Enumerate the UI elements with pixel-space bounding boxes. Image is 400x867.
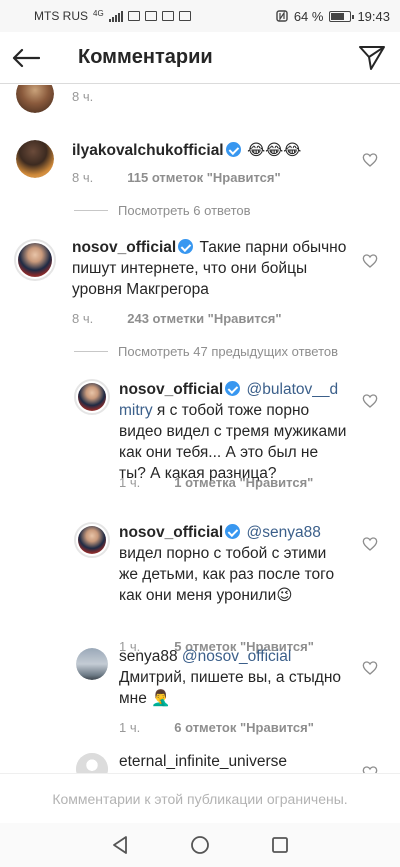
- reply-body: видел порно с тобой с этими же детьми, к…: [119, 545, 335, 604]
- nav-home-button[interactable]: [180, 825, 220, 865]
- reply-body: я с тобой тоже порно видео видел с тремя…: [119, 402, 347, 482]
- triangle-back-icon: [113, 836, 127, 854]
- comment-likes[interactable]: 115 отметок "Нравится": [127, 170, 280, 185]
- gmail-icon-2: [178, 11, 191, 21]
- reply-username[interactable]: nosov_official: [119, 381, 223, 398]
- comments-list[interactable]: 8 ч. ilyakovalchukofficial 😂😂😂 8 ч. 115 …: [0, 85, 400, 773]
- comments-restricted-notice: Комментарии к этой публикации ограничены…: [0, 773, 400, 823]
- verified-badge-icon: [225, 381, 241, 396]
- carrier-label: MTS RUS: [34, 9, 88, 23]
- divider: [74, 210, 108, 211]
- comment-time: 8 ч.: [72, 89, 94, 104]
- circle-home-icon: [191, 836, 209, 854]
- avatar[interactable]: [74, 522, 110, 558]
- view-replies-label: Посмотреть 6 ответов: [118, 203, 251, 218]
- back-button[interactable]: [0, 32, 52, 84]
- square-recents-icon: [272, 837, 288, 853]
- nav-recents-button[interactable]: [260, 825, 300, 865]
- avatar[interactable]: [76, 753, 108, 773]
- view-previous-replies-button[interactable]: Посмотреть 47 предыдущих ответов: [74, 344, 338, 359]
- page-title: Комментарии: [78, 46, 213, 68]
- reply-body: Дмитрий, пишете вы, а стыдно мне 🤦‍♂️: [119, 669, 342, 707]
- mail-icon: [127, 11, 140, 21]
- share-button[interactable]: [344, 32, 400, 84]
- reply-text: senya88 @nosov_official Дмитрий, пишете …: [119, 646, 349, 709]
- system-nav-bar: [0, 823, 400, 867]
- reply-text: nosov_official @bulatov__dmitry я с тобо…: [119, 379, 349, 484]
- reply-username[interactable]: eternal_infinite_universe: [119, 753, 287, 770]
- gmail-icon: [144, 11, 157, 21]
- reply-mention[interactable]: @senya88: [247, 524, 321, 541]
- nfc-icon: [276, 10, 288, 22]
- top-bar: Комментарии: [0, 32, 400, 84]
- divider: [74, 351, 108, 352]
- heart-icon[interactable]: [362, 152, 378, 168]
- reply-likes[interactable]: 6 отметок "Нравится": [174, 720, 314, 735]
- nav-back-button[interactable]: [100, 825, 140, 865]
- heart-icon[interactable]: [362, 765, 378, 773]
- comment-time: 8 ч.: [72, 170, 94, 185]
- reply-time: 1 ч.: [119, 475, 141, 490]
- clock: 19:43: [357, 8, 390, 24]
- reply-text: nosov_official @senya88 видел порно с то…: [119, 522, 349, 606]
- avatar[interactable]: [76, 648, 108, 680]
- status-bar: MTS RUS 4G 64 % 19:43: [0, 0, 400, 32]
- avatar[interactable]: [14, 239, 56, 281]
- signal-icon: [108, 10, 123, 22]
- reply-username[interactable]: senya88: [119, 648, 178, 665]
- paper-plane-icon: [359, 45, 385, 70]
- comment-text: nosov_official Такие парни обычно пишут …: [72, 237, 352, 300]
- verified-badge-icon: [178, 239, 194, 254]
- reply-likes[interactable]: 1 отметка "Нравится": [174, 475, 313, 490]
- avatar[interactable]: [16, 85, 54, 113]
- avatar[interactable]: [16, 140, 54, 178]
- arrow-left-icon: [12, 48, 40, 67]
- view-replies-label: Посмотреть 47 предыдущих ответов: [118, 344, 339, 359]
- reply-mention[interactable]: @nosov_official: [182, 648, 291, 665]
- network-label: 4G: [93, 8, 104, 18]
- comment-likes[interactable]: 243 отметки "Нравится": [127, 311, 281, 326]
- heart-icon[interactable]: [362, 393, 378, 409]
- battery-icon: [329, 10, 355, 22]
- comment-time: 8 ч.: [72, 311, 94, 326]
- verified-badge-icon: [225, 524, 241, 539]
- avatar[interactable]: [74, 379, 110, 415]
- image-icon: [161, 11, 174, 21]
- heart-icon[interactable]: [362, 660, 378, 676]
- heart-icon[interactable]: [362, 253, 378, 269]
- reply-time: 1 ч.: [119, 720, 141, 735]
- comment-body: 😂😂😂: [246, 142, 302, 159]
- comment-username[interactable]: nosov_official: [72, 239, 176, 256]
- reply-username[interactable]: nosov_official: [119, 524, 223, 541]
- battery-percent: 64 %: [293, 8, 324, 24]
- heart-icon[interactable]: [362, 536, 378, 552]
- view-replies-button[interactable]: Посмотреть 6 ответов: [74, 203, 251, 218]
- verified-badge-icon: [225, 142, 241, 157]
- reply-text: eternal_infinite_universe: [119, 751, 349, 772]
- comment-text: ilyakovalchukofficial 😂😂😂: [72, 140, 352, 161]
- comment-username[interactable]: ilyakovalchukofficial: [72, 142, 224, 159]
